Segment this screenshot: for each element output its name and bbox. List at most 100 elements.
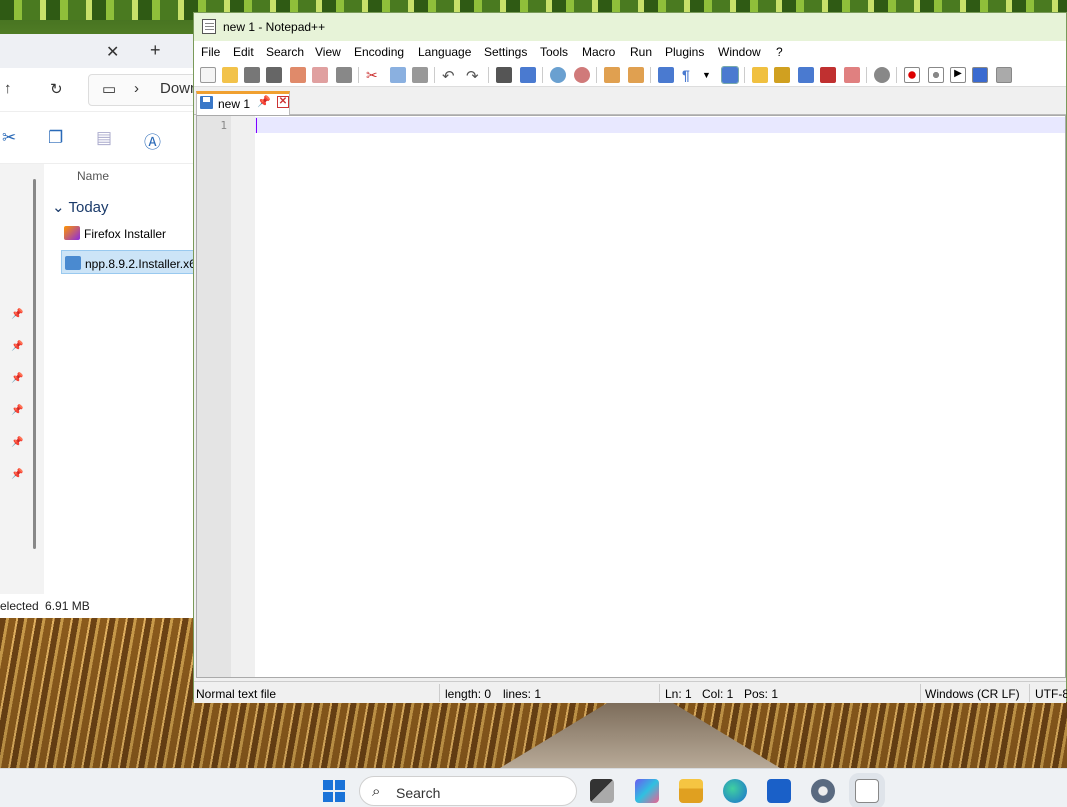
firefox-icon bbox=[64, 226, 80, 240]
redo-icon[interactable]: ↷ bbox=[466, 67, 482, 85]
pin-icon[interactable]: 📌 bbox=[11, 437, 23, 448]
status-pos: Pos: 1 bbox=[744, 687, 779, 701]
save-icon[interactable] bbox=[244, 67, 260, 83]
search-placeholder: Search bbox=[396, 785, 441, 801]
chevron-down-icon: ⌄ bbox=[52, 199, 65, 216]
paste-icon[interactable] bbox=[412, 67, 428, 83]
status-separator bbox=[1029, 684, 1030, 702]
editor-area[interactable]: 1 bbox=[196, 115, 1066, 678]
search-icon: ⌕ bbox=[372, 783, 381, 800]
sync-horizontal-icon[interactable] bbox=[628, 67, 644, 83]
undo-icon[interactable]: ↶ bbox=[442, 67, 458, 85]
save-all-icon[interactable] bbox=[266, 67, 282, 83]
copy-icon[interactable] bbox=[390, 67, 406, 83]
new-file-icon[interactable] bbox=[200, 67, 216, 83]
open-file-icon[interactable] bbox=[222, 67, 238, 83]
rename-icon[interactable]: Ⓐ bbox=[144, 128, 161, 153]
chevron-right-icon: › bbox=[134, 80, 139, 97]
show-all-characters-icon[interactable]: ¶ bbox=[682, 67, 698, 83]
task-view-icon[interactable] bbox=[590, 779, 614, 803]
menu-bar: File Edit Search View Encoding Language … bbox=[194, 41, 1066, 63]
store-icon[interactable] bbox=[767, 779, 791, 803]
taskbar-search[interactable]: ⌕ Search bbox=[359, 776, 577, 806]
menu-search[interactable]: Search bbox=[266, 45, 304, 59]
menu-settings[interactable]: Settings bbox=[484, 45, 527, 59]
file-explorer-icon[interactable] bbox=[679, 779, 703, 803]
navigation-pane: 📌 📌 📌 📌 📌 📌 bbox=[0, 164, 44, 594]
menu-help[interactable]: ? bbox=[776, 45, 783, 59]
copy-icon[interactable]: ❐ bbox=[48, 128, 63, 148]
pin-icon[interactable]: 📌 bbox=[11, 373, 23, 384]
m365-icon[interactable] bbox=[635, 779, 659, 803]
text-caret bbox=[256, 118, 257, 133]
pin-icon[interactable]: 📌 bbox=[11, 341, 23, 352]
status-selected: elected bbox=[0, 599, 39, 613]
menu-tools[interactable]: Tools bbox=[540, 45, 568, 59]
this-pc-icon[interactable]: ▭ bbox=[102, 80, 116, 98]
sync-vertical-icon[interactable] bbox=[604, 67, 620, 83]
pin-tab-icon[interactable]: 📌 bbox=[257, 95, 271, 108]
paste-icon[interactable]: ▤ bbox=[96, 128, 112, 148]
status-file-type: Normal text file bbox=[196, 687, 277, 701]
list-item[interactable]: Firefox Installer bbox=[64, 226, 166, 241]
close-tab-icon[interactable]: ✕ bbox=[277, 96, 289, 108]
folder-as-workspace-icon[interactable] bbox=[844, 67, 860, 83]
menu-run[interactable]: Run bbox=[630, 45, 652, 59]
menu-language[interactable]: Language bbox=[418, 45, 471, 59]
new-tab-icon[interactable]: + bbox=[150, 40, 161, 61]
replace-icon[interactable] bbox=[520, 67, 536, 83]
save-macro-icon[interactable] bbox=[996, 67, 1012, 83]
close-tab-icon[interactable]: ✕ bbox=[106, 42, 119, 62]
pin-icon[interactable]: 📌 bbox=[11, 405, 23, 416]
close-all-icon[interactable] bbox=[312, 67, 328, 83]
toolbar-separator bbox=[434, 67, 435, 83]
edge-icon[interactable] bbox=[723, 779, 747, 803]
settings-icon[interactable] bbox=[811, 779, 835, 803]
stop-macro-icon[interactable] bbox=[928, 67, 944, 83]
fold-margin[interactable] bbox=[231, 116, 255, 677]
group-header-today[interactable]: ⌄ Today bbox=[52, 198, 109, 216]
refresh-icon[interactable]: ↻ bbox=[50, 80, 63, 98]
menu-plugins[interactable]: Plugins bbox=[665, 45, 704, 59]
chevron-down-icon[interactable]: ▼ bbox=[702, 70, 718, 86]
record-macro-icon[interactable] bbox=[904, 67, 920, 83]
start-button[interactable] bbox=[323, 780, 345, 802]
monitoring-icon[interactable] bbox=[874, 67, 890, 83]
title-bar[interactable]: new 1 - Notepad++ bbox=[194, 13, 1066, 41]
menu-encoding[interactable]: Encoding bbox=[354, 45, 404, 59]
windows-logo-icon bbox=[335, 792, 345, 802]
windows-logo-icon bbox=[323, 792, 333, 802]
find-icon[interactable] bbox=[496, 67, 512, 83]
cut-icon[interactable]: ✂ bbox=[2, 128, 16, 148]
doc-map-icon[interactable] bbox=[774, 67, 790, 83]
menu-edit[interactable]: Edit bbox=[233, 45, 254, 59]
function-list-icon[interactable] bbox=[820, 67, 836, 83]
zoom-out-icon[interactable] bbox=[574, 67, 590, 83]
zoom-in-icon[interactable] bbox=[550, 67, 566, 83]
up-arrow-icon[interactable]: ↑ bbox=[4, 80, 12, 97]
menu-view[interactable]: View bbox=[315, 45, 341, 59]
list-item-selected[interactable]: npp.8.9.2.Installer.x64 bbox=[61, 250, 201, 274]
column-header-name[interactable]: Name bbox=[77, 169, 109, 183]
pin-icon[interactable]: 📌 bbox=[11, 309, 23, 320]
close-file-icon[interactable] bbox=[290, 67, 306, 83]
udl-icon[interactable] bbox=[752, 67, 768, 83]
notepadpp-icon[interactable] bbox=[855, 779, 879, 803]
toolbar-separator bbox=[542, 67, 543, 83]
status-eol[interactable]: Windows (CR LF) bbox=[925, 687, 1020, 701]
navpane-scrollbar[interactable] bbox=[33, 179, 36, 549]
doc-list-icon[interactable] bbox=[798, 67, 814, 83]
cut-icon[interactable]: ✂ bbox=[366, 67, 382, 83]
menu-macro[interactable]: Macro bbox=[582, 45, 615, 59]
menu-window[interactable]: Window bbox=[718, 45, 761, 59]
pin-icon[interactable]: 📌 bbox=[11, 469, 23, 480]
tab-new-1[interactable]: new 1 📌 ✕ bbox=[196, 91, 290, 115]
word-wrap-icon[interactable] bbox=[658, 67, 674, 83]
menu-file[interactable]: File bbox=[201, 45, 220, 59]
indent-guide-icon[interactable] bbox=[721, 66, 739, 84]
toolbar-separator bbox=[896, 67, 897, 83]
play-macro-icon[interactable]: ▶ bbox=[950, 67, 966, 83]
run-macro-multiple-icon[interactable] bbox=[972, 67, 988, 83]
print-icon[interactable] bbox=[336, 67, 352, 83]
status-encoding[interactable]: UTF-8 bbox=[1035, 687, 1067, 701]
